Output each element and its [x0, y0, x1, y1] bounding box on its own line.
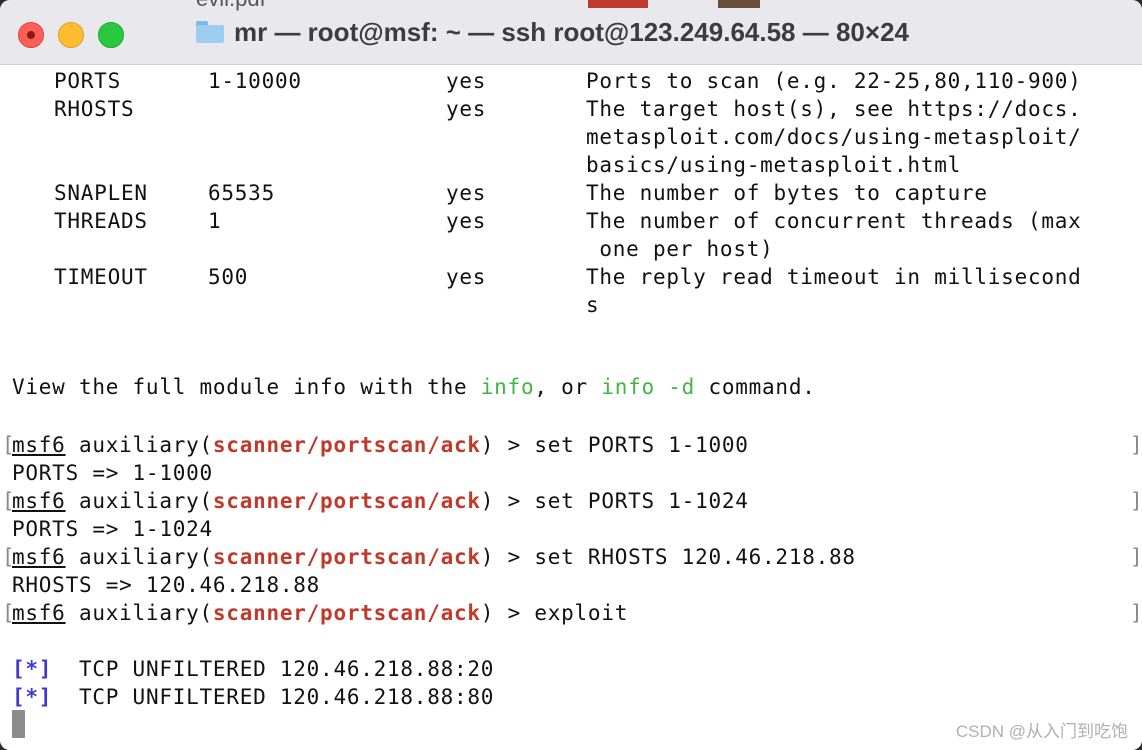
window-title-text: mr — root@msf: ~ — ssh root@123.249.64.5… [234, 16, 909, 47]
prompt-line: msf6 auxiliary(scanner/portscan/ack) > s… [12, 543, 856, 571]
option-required: yes [446, 181, 487, 205]
background-window-text: evil.pdf [196, 0, 266, 12]
module-suffix: ) > [480, 433, 535, 457]
minimize-button[interactable] [58, 22, 84, 48]
option-description: metasploit.com/docs/using-metasploit/ [586, 125, 1082, 149]
option-description: basics/using-metasploit.html [586, 153, 962, 177]
terminal-cursor [12, 710, 25, 738]
option-required: yes [446, 265, 487, 289]
msf-prompt: msf6 [12, 545, 66, 569]
maximize-button[interactable] [98, 22, 124, 48]
msf-prompt: msf6 [12, 489, 66, 513]
watermark: CSDN @从入门到吃饱 [955, 722, 1128, 741]
module-name: scanner/portscan/ack [212, 601, 481, 625]
prompt-line: msf6 auxiliary(scanner/portscan/ack) > e… [12, 599, 628, 627]
module-name: scanner/portscan/ack [212, 489, 481, 513]
command-text: set RHOSTS 120.46.218.88 [534, 545, 856, 569]
option-name: SNAPLEN [54, 181, 148, 205]
line-bracket-right: ] [1130, 599, 1142, 627]
module-name: scanner/portscan/ack [212, 545, 481, 569]
option-description: one per host) [586, 237, 774, 261]
line-bracket-right: ] [1130, 543, 1142, 571]
module-prefix: auxiliary( [65, 433, 213, 457]
option-required: yes [446, 69, 487, 93]
result-text: TCP UNFILTERED 120.46.218.88:80 [52, 685, 495, 709]
option-name: THREADS [54, 209, 148, 233]
option-value: 1-10000 [208, 69, 302, 93]
command-output: PORTS => 1-1024 [12, 517, 213, 541]
status-marker: [*] [12, 657, 53, 681]
option-value: 1 [208, 209, 222, 233]
option-value: 500 [208, 265, 249, 289]
prompt-line: msf6 auxiliary(scanner/portscan/ack) > s… [12, 487, 749, 515]
module-suffix: ) > [480, 601, 535, 625]
msf-prompt: msf6 [12, 601, 66, 625]
command-text: set PORTS 1-1000 [534, 433, 749, 457]
info-command: info [480, 375, 535, 399]
title-bar[interactable]: evil.pdf mr — root@msf: ~ — ssh root@123… [0, 0, 1142, 65]
result-line: [*] TCP UNFILTERED 120.46.218.88:20 [12, 655, 494, 683]
module-suffix: ) > [480, 545, 535, 569]
msf-prompt: msf6 [12, 433, 66, 457]
result-text: TCP UNFILTERED 120.46.218.88:20 [52, 657, 495, 681]
option-name: RHOSTS [54, 97, 135, 121]
module-suffix: ) > [480, 489, 535, 513]
background-window-fragment [588, 0, 648, 8]
module-prefix: auxiliary( [65, 545, 213, 569]
result-line: [*] TCP UNFILTERED 120.46.218.88:80 [12, 683, 494, 711]
option-description: s [586, 293, 600, 317]
command-text: set PORTS 1-1024 [534, 489, 749, 513]
option-name: PORTS [54, 69, 121, 93]
info-hint-line: View the full module info with the info,… [12, 375, 816, 399]
terminal-window: evil.pdf mr — root@msf: ~ — ssh root@123… [0, 0, 1142, 750]
prompt-line: msf6 auxiliary(scanner/portscan/ack) > s… [12, 431, 749, 459]
window-title: mr — root@msf: ~ — ssh root@123.249.64.5… [196, 14, 909, 50]
command-output: RHOSTS => 120.46.218.88 [12, 573, 321, 597]
option-value: 65535 [208, 181, 275, 205]
option-description: The target host(s), see https://docs. [586, 97, 1082, 121]
option-description: The reply read timeout in millisecond [586, 265, 1082, 289]
command-output: PORTS => 1-1000 [12, 461, 213, 485]
line-bracket-right: ] [1130, 487, 1142, 515]
terminal-content[interactable]: PORTS 1-10000 yes Ports to scan (e.g. 22-25… [0, 65, 1142, 750]
option-description: Ports to scan (e.g. 22-25,80,110-900) [586, 69, 1082, 93]
module-name: scanner/portscan/ack [212, 433, 481, 457]
close-button[interactable] [18, 22, 44, 48]
module-prefix: auxiliary( [65, 489, 213, 513]
option-required: yes [446, 97, 487, 121]
option-required: yes [446, 209, 487, 233]
line-bracket-right: ] [1130, 431, 1142, 459]
command-text: exploit [534, 601, 629, 625]
background-window-image [718, 0, 760, 8]
module-prefix: auxiliary( [65, 601, 213, 625]
folder-icon [196, 21, 224, 43]
info-d-command: info -d [601, 375, 696, 399]
option-description: The number of concurrent threads (max [586, 209, 1082, 233]
status-marker: [*] [12, 685, 53, 709]
option-description: The number of bytes to capture [586, 181, 988, 205]
option-name: TIMEOUT [54, 265, 148, 289]
